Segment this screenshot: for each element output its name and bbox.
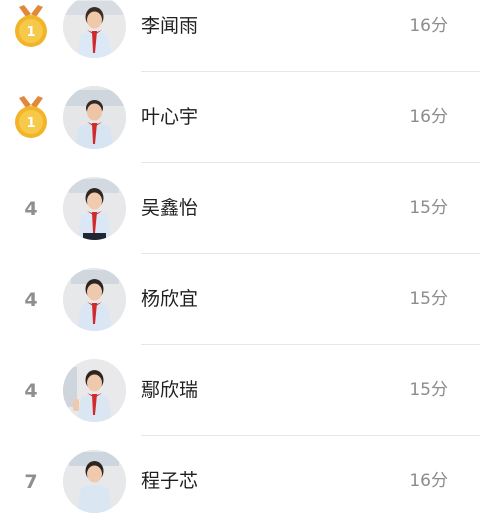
student-avatar[interactable] bbox=[63, 86, 126, 149]
student-avatar-photo bbox=[63, 359, 126, 422]
student-name: 叶心宇 bbox=[141, 106, 199, 128]
medal-rank-number: 1 bbox=[26, 25, 35, 40]
rank-cell: 4 bbox=[0, 345, 62, 436]
student-avatar-photo bbox=[63, 86, 126, 149]
gold-medal-icon: 1 bbox=[15, 4, 47, 47]
leaderboard-row[interactable]: 1 李闻雨 16分 bbox=[0, 0, 480, 72]
rank-number: 4 bbox=[24, 379, 38, 402]
student-name: 鄢欣瑞 bbox=[141, 379, 199, 401]
student-score: 16分 bbox=[409, 16, 448, 36]
leaderboard-row[interactable]: 7 程子芯 16分 bbox=[0, 436, 480, 527]
medal-rank-number: 1 bbox=[26, 116, 35, 131]
student-score: 15分 bbox=[409, 380, 448, 400]
leaderboard-list: 1 李闻雨 16分 1 叶心宇 16分 4 吴鑫怡 15分 4 杨欣宜 15分 … bbox=[0, 0, 480, 513]
student-name: 程子芯 bbox=[141, 470, 199, 492]
student-avatar[interactable] bbox=[63, 359, 126, 422]
student-avatar-photo bbox=[63, 177, 126, 240]
student-score: 16分 bbox=[409, 107, 448, 127]
rank-number: 4 bbox=[24, 288, 38, 311]
student-avatar[interactable] bbox=[63, 268, 126, 331]
student-name: 李闻雨 bbox=[141, 15, 199, 37]
rank-cell: 4 bbox=[0, 163, 62, 254]
gold-medal-icon: 1 bbox=[15, 95, 47, 138]
leaderboard-row[interactable]: 4 杨欣宜 15分 bbox=[0, 254, 480, 345]
student-avatar-photo bbox=[63, 450, 126, 513]
student-score: 15分 bbox=[409, 289, 448, 309]
rank-cell: 7 bbox=[0, 436, 62, 527]
leaderboard-row[interactable]: 4 吴鑫怡 15分 bbox=[0, 163, 480, 254]
student-avatar-photo bbox=[63, 268, 126, 331]
student-score: 16分 bbox=[409, 471, 448, 491]
rank-cell: 1 bbox=[0, 0, 62, 72]
student-avatar-photo bbox=[63, 0, 126, 58]
student-avatar[interactable] bbox=[63, 0, 126, 58]
student-name: 杨欣宜 bbox=[141, 288, 199, 310]
student-avatar[interactable] bbox=[63, 177, 126, 240]
rank-cell: 4 bbox=[0, 254, 62, 345]
student-name: 吴鑫怡 bbox=[141, 197, 199, 219]
rank-number: 7 bbox=[24, 470, 38, 493]
rank-cell: 1 bbox=[0, 72, 62, 163]
leaderboard-row[interactable]: 1 叶心宇 16分 bbox=[0, 72, 480, 163]
student-score: 15分 bbox=[409, 198, 448, 218]
student-avatar[interactable] bbox=[63, 450, 126, 513]
rank-number: 4 bbox=[24, 197, 38, 220]
leaderboard-row[interactable]: 4 鄢欣瑞 15分 bbox=[0, 345, 480, 436]
